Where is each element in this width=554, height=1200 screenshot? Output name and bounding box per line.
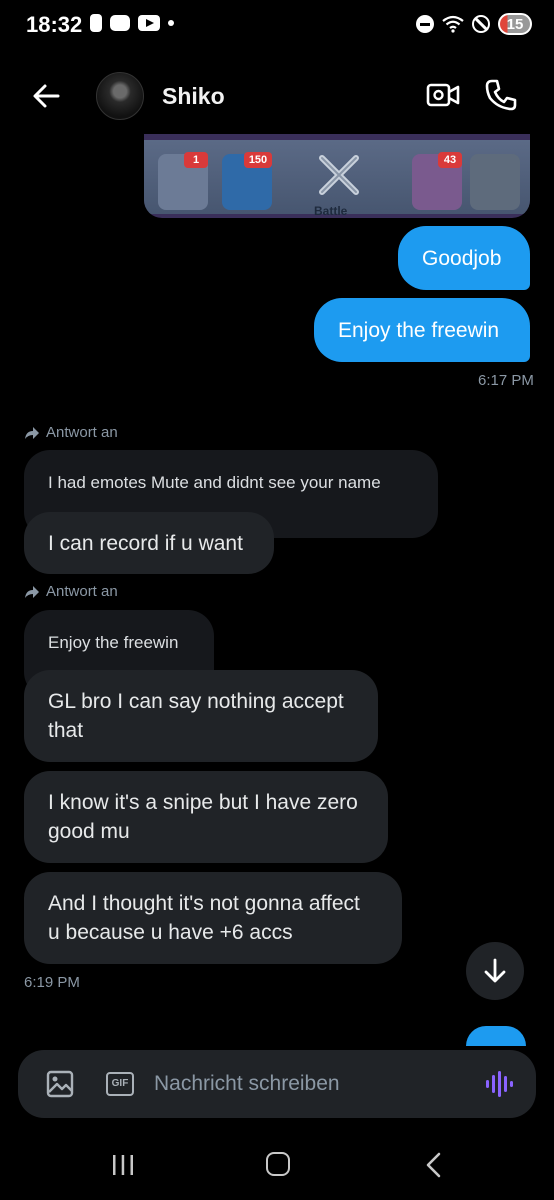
game-screenshot: 1 150 Battle 43: [144, 140, 530, 218]
status-time: 18:32: [26, 12, 83, 37]
shared-image[interactable]: 1 150 Battle 43: [144, 134, 530, 218]
gif-button[interactable]: GIF: [106, 1072, 134, 1096]
incoming-message[interactable]: I can record if u want: [24, 512, 274, 574]
home-icon[interactable]: [266, 1152, 290, 1176]
message-text: u because u have +6 accs: [48, 921, 293, 944]
reply-label: Antwort an: [24, 424, 118, 441]
message-text: Goodjob: [422, 246, 502, 270]
message-text: good mu: [48, 820, 130, 843]
message-text: I know it's a snipe but I have zero: [48, 791, 358, 814]
reply-label: Antwort an: [24, 583, 118, 600]
game-controller-icon: [110, 15, 130, 31]
blocked-icon: [472, 15, 490, 33]
reply-arrow-icon: [25, 426, 39, 439]
wifi-icon: [442, 15, 464, 33]
arrow-down-icon: [484, 958, 506, 983]
reply-quote-text: I had emotes Mute and didnt see your nam…: [48, 473, 381, 492]
message-text: I can record if u want: [48, 531, 243, 555]
incoming-message[interactable]: GL bro I can say nothing accept that: [24, 670, 378, 762]
game-badge: 43: [438, 152, 462, 168]
crossed-swords-icon: [319, 155, 359, 195]
reply-arrow-icon: [25, 585, 39, 598]
game-badge: 1: [184, 152, 208, 168]
notification-pill-icon: [90, 14, 102, 32]
outgoing-message[interactable]: Enjoy the freewin: [314, 298, 530, 362]
video-call-icon[interactable]: [426, 80, 460, 110]
incoming-message[interactable]: And I thought it's not gonna affect u be…: [24, 872, 402, 964]
image-icon[interactable]: [46, 1070, 74, 1098]
phone-icon[interactable]: [484, 78, 518, 112]
message-input[interactable]: [154, 1068, 464, 1100]
message-timestamp: 6:19 PM: [24, 974, 80, 991]
notification-icons: [90, 14, 174, 32]
message-text: GL bro I can say nothing accept: [48, 690, 344, 713]
scroll-to-bottom-button[interactable]: [466, 942, 524, 1000]
reply-label-text: Antwort an: [46, 424, 118, 441]
message-timestamp: 6:17 PM: [478, 372, 534, 389]
recents-icon[interactable]: [110, 1154, 136, 1176]
outgoing-message-peek: [466, 1026, 526, 1046]
nav-back-icon[interactable]: [424, 1152, 442, 1178]
avatar[interactable]: [96, 72, 144, 120]
reply-quote-text: Enjoy the freewin: [48, 633, 179, 652]
battery-indicator: 15: [498, 13, 532, 35]
dnd-icon: [416, 15, 434, 33]
arrow-left-icon[interactable]: [28, 80, 64, 112]
message-text: Enjoy the freewin: [338, 318, 500, 342]
youtube-icon: [138, 15, 160, 31]
incoming-message[interactable]: I know it's a snipe but I have zero good…: [24, 771, 388, 863]
message-composer: GIF: [18, 1050, 536, 1118]
chat-header: Shiko: [0, 64, 554, 128]
contact-name[interactable]: Shiko: [162, 83, 225, 110]
reply-label-text: Antwort an: [46, 583, 118, 600]
game-badge: 150: [244, 152, 272, 168]
message-text: that: [48, 719, 84, 742]
system-nav-bar: [0, 1130, 554, 1200]
system-icons: 15: [416, 13, 532, 35]
status-bar: 18:32 15: [0, 0, 554, 52]
game-label: Battle: [314, 204, 348, 218]
dot-icon: [168, 20, 174, 26]
game-tile: [470, 154, 520, 210]
voice-message-icon[interactable]: [484, 1070, 514, 1098]
message-text: And I thought it's not gonna affect: [48, 892, 360, 915]
outgoing-message[interactable]: Goodjob: [398, 226, 530, 290]
